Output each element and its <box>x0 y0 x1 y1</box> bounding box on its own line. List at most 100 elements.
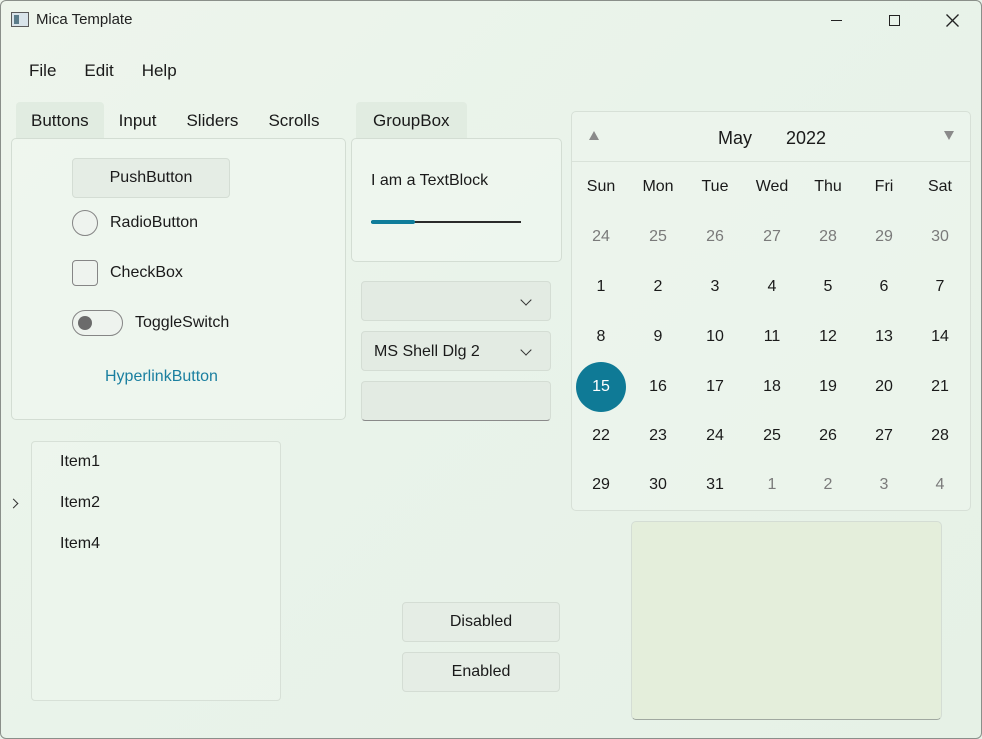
calendar-day[interactable]: 19 <box>803 362 853 412</box>
calendar-day[interactable]: 30 <box>633 460 683 510</box>
menu-bar: File Edit Help <box>15 53 191 89</box>
calendar-day[interactable]: 1 <box>576 262 626 312</box>
weekday-wed: Wed <box>755 178 789 195</box>
calendar: May 2022 Sun Mon Tue Wed Thu Fri Sat 24 25 26 27 28… <box>571 111 971 511</box>
toggle-switch[interactable] <box>72 310 123 336</box>
weekday-sat: Sat <box>927 178 952 195</box>
window-title: Mica Template <box>36 11 133 28</box>
calendar-day[interactable]: 28 <box>803 212 853 262</box>
calendar-day[interactable]: 31 <box>690 460 740 510</box>
tab-scrolls[interactable]: Scrolls <box>253 102 334 138</box>
checkbox[interactable] <box>72 260 98 286</box>
slider-fill <box>371 220 415 224</box>
calendar-day[interactable]: 15 <box>576 362 626 412</box>
calendar-day[interactable]: 23 <box>633 411 683 461</box>
calendar-day[interactable]: 9 <box>633 312 683 362</box>
multiline-text-box[interactable] <box>631 521 942 720</box>
disabled-button[interactable]: Disabled <box>402 602 560 642</box>
font-combo-box[interactable]: MS Shell Dlg 2 <box>361 331 551 371</box>
hyperlink-button[interactable]: HyperlinkButton <box>105 368 218 386</box>
calendar-day[interactable]: 17 <box>690 362 740 412</box>
tree-item-2[interactable]: Item2 <box>60 494 100 512</box>
previous-month-icon[interactable] <box>589 131 599 140</box>
calendar-day[interactable]: 25 <box>633 212 683 262</box>
calendar-day[interactable]: 18 <box>747 362 797 412</box>
enabled-button[interactable]: Enabled <box>402 652 560 692</box>
chevron-right-icon[interactable] <box>8 498 19 509</box>
title-bar[interactable]: Mica Template <box>1 1 981 39</box>
maximize-icon <box>888 14 900 26</box>
calendar-day[interactable]: 2 <box>803 460 853 510</box>
calendar-day[interactable]: 12 <box>803 312 853 362</box>
text-box[interactable] <box>361 381 551 421</box>
tab-strip: Buttons Input Sliders Scrolls <box>16 102 334 138</box>
chevron-down-icon <box>520 294 532 306</box>
next-month-icon[interactable] <box>944 131 954 140</box>
menu-file[interactable]: File <box>15 53 70 89</box>
calendar-day[interactable]: 1 <box>747 460 797 510</box>
calendar-day[interactable]: 26 <box>803 411 853 461</box>
minimize-button[interactable] <box>807 1 865 39</box>
calendar-day[interactable]: 8 <box>576 312 626 362</box>
groupbox-panel <box>351 138 562 262</box>
calendar-day[interactable]: 27 <box>859 411 909 461</box>
calendar-day[interactable]: 2 <box>633 262 683 312</box>
calendar-day[interactable]: 26 <box>690 212 740 262</box>
calendar-day[interactable]: 10 <box>690 312 740 362</box>
weekday-fri: Fri <box>874 178 894 195</box>
calendar-day[interactable]: 27 <box>747 212 797 262</box>
close-icon <box>945 13 959 27</box>
weekday-mon: Mon <box>642 178 674 195</box>
radio-button[interactable] <box>72 210 98 236</box>
calendar-day[interactable]: 21 <box>915 362 965 412</box>
menu-help[interactable]: Help <box>128 53 191 89</box>
chevron-down-icon <box>520 344 532 356</box>
calendar-day[interactable]: 13 <box>859 312 909 362</box>
tab-sliders[interactable]: Sliders <box>171 102 253 138</box>
push-button[interactable]: PushButton <box>72 158 230 198</box>
font-combo-value: MS Shell Dlg 2 <box>374 343 480 360</box>
radio-button-label: RadioButton <box>110 214 199 231</box>
calendar-day[interactable]: 29 <box>859 212 909 262</box>
close-button[interactable] <box>923 1 981 39</box>
maximize-button[interactable] <box>865 1 923 39</box>
calendar-day[interactable]: 14 <box>915 312 965 362</box>
tab-buttons[interactable]: Buttons <box>16 102 104 138</box>
calendar-day[interactable]: 3 <box>690 262 740 312</box>
tab-input[interactable]: Input <box>104 102 172 138</box>
calendar-day[interactable]: 6 <box>859 262 909 312</box>
app-window-icon <box>11 12 29 27</box>
toggle-switch-label: ToggleSwitch <box>135 314 230 331</box>
calendar-day[interactable]: 28 <box>915 411 965 461</box>
tree-item-4[interactable]: Item4 <box>60 535 100 553</box>
calendar-day[interactable]: 3 <box>859 460 909 510</box>
calendar-day[interactable]: 30 <box>915 212 965 262</box>
calendar-day[interactable]: 4 <box>915 460 965 510</box>
calendar-day[interactable]: 29 <box>576 460 626 510</box>
weekday-thu: Thu <box>814 178 842 195</box>
calendar-day[interactable]: 11 <box>747 312 797 362</box>
calendar-day[interactable]: 4 <box>747 262 797 312</box>
weekday-tue: Tue <box>701 178 729 195</box>
text-block: I am a TextBlock <box>371 172 489 189</box>
tab-groupbox[interactable]: GroupBox <box>356 102 467 138</box>
tree-item-1[interactable]: Item1 <box>60 453 100 471</box>
calendar-day[interactable]: 25 <box>747 411 797 461</box>
checkbox-label: CheckBox <box>110 264 183 281</box>
calendar-day[interactable]: 16 <box>633 362 683 412</box>
weekday-sun: Sun <box>586 178 616 195</box>
calendar-month[interactable]: May <box>718 128 752 149</box>
menu-edit[interactable]: Edit <box>70 53 127 89</box>
tree-view <box>31 441 281 701</box>
calendar-day[interactable]: 7 <box>915 262 965 312</box>
toggle-knob <box>78 316 92 330</box>
calendar-day[interactable]: 22 <box>576 411 626 461</box>
calendar-day[interactable]: 24 <box>690 411 740 461</box>
slider[interactable] <box>371 220 521 224</box>
calendar-day[interactable]: 20 <box>859 362 909 412</box>
calendar-day[interactable]: 5 <box>803 262 853 312</box>
calendar-day[interactable]: 24 <box>576 212 626 262</box>
calendar-header: May 2022 <box>572 112 970 162</box>
combo-box-empty[interactable] <box>361 281 551 321</box>
calendar-year[interactable]: 2022 <box>786 128 826 149</box>
